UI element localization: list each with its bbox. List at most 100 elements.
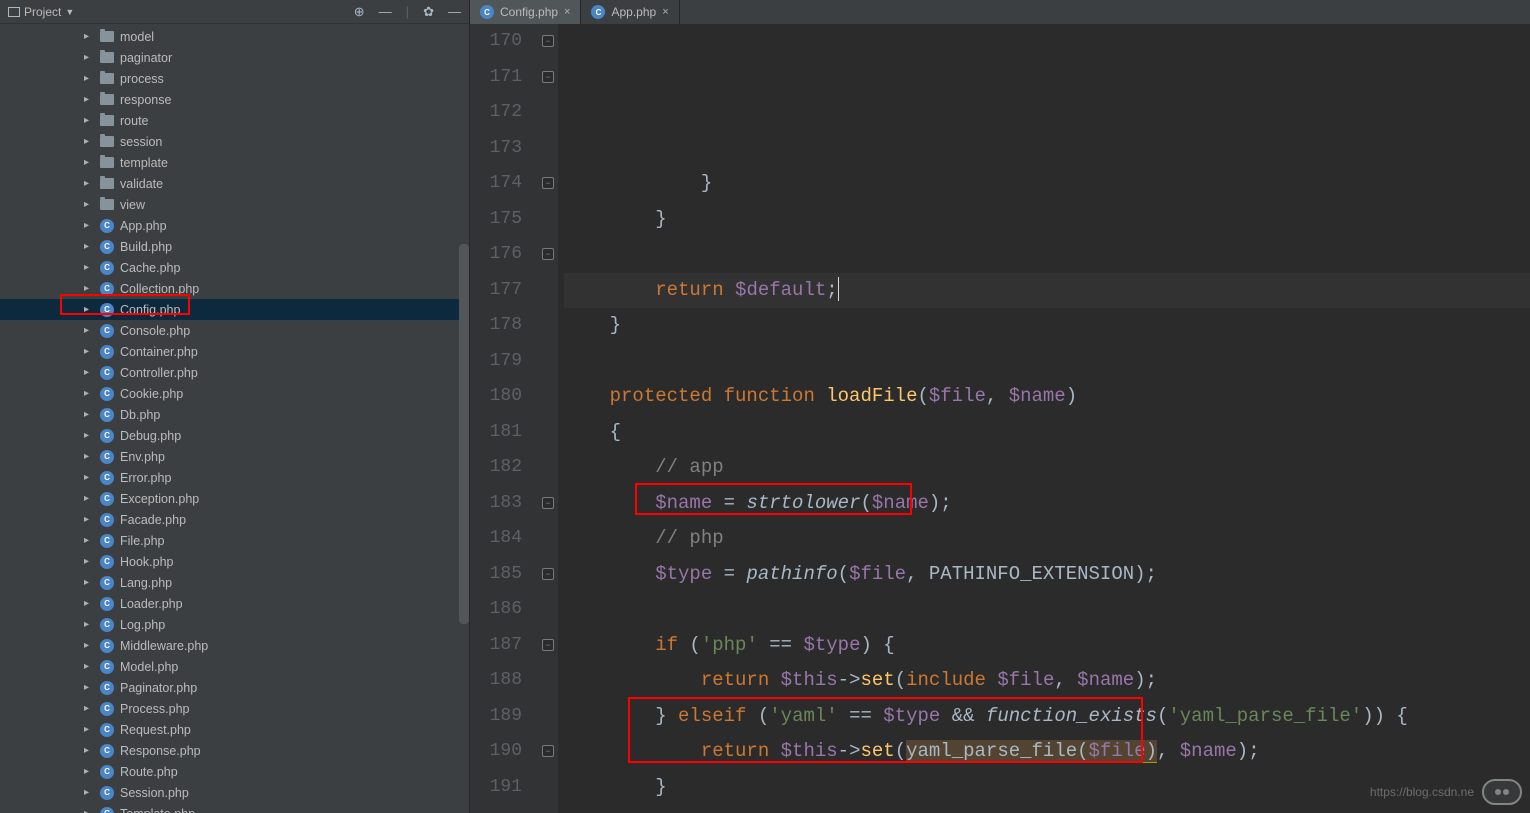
tree-file[interactable]: ▸CFacade.php (0, 509, 469, 530)
expand-arrow-icon[interactable]: ▸ (84, 724, 94, 735)
expand-arrow-icon[interactable]: ▸ (84, 745, 94, 756)
code-line[interactable]: protected function loadFile($file, $name… (564, 379, 1530, 415)
expand-arrow-icon[interactable]: ▸ (84, 682, 94, 693)
tree-file[interactable]: ▸CLang.php (0, 572, 469, 593)
tree-file[interactable]: ▸CRequest.php (0, 719, 469, 740)
editor-tab[interactable]: CConfig.php× (470, 0, 581, 24)
fold-toggle-icon[interactable]: − (542, 35, 554, 47)
tree-folder[interactable]: ▸session (0, 131, 469, 152)
expand-arrow-icon[interactable]: ▸ (84, 157, 94, 168)
expand-arrow-icon[interactable]: ▸ (84, 472, 94, 483)
expand-arrow-icon[interactable]: ▸ (84, 199, 94, 210)
expand-arrow-icon[interactable]: ▸ (84, 388, 94, 399)
fold-toggle-icon[interactable]: − (542, 71, 554, 83)
code-editor[interactable]: } } return $default; } protected functio… (558, 24, 1530, 813)
expand-arrow-icon[interactable]: ▸ (84, 766, 94, 777)
tree-file[interactable]: ▸CApp.php (0, 215, 469, 236)
expand-arrow-icon[interactable]: ▸ (84, 31, 94, 42)
tree-file[interactable]: ▸CLoader.php (0, 593, 469, 614)
code-line[interactable] (564, 344, 1530, 380)
code-line[interactable]: } (564, 166, 1530, 202)
code-line[interactable]: return $this->set(include $file, $name); (564, 663, 1530, 699)
tree-folder[interactable]: ▸template (0, 152, 469, 173)
tree-file[interactable]: ▸CCache.php (0, 257, 469, 278)
expand-arrow-icon[interactable]: ▸ (84, 94, 94, 105)
code-line[interactable] (564, 592, 1530, 628)
tree-file[interactable]: ▸CCookie.php (0, 383, 469, 404)
code-line[interactable]: if ('php' == $type) { (564, 628, 1530, 664)
fold-toggle-icon[interactable]: − (542, 639, 554, 651)
expand-arrow-icon[interactable]: ▸ (84, 304, 94, 315)
tree-file[interactable]: ▸CLog.php (0, 614, 469, 635)
tree-file[interactable]: ▸CPaginator.php (0, 677, 469, 698)
expand-arrow-icon[interactable]: ▸ (84, 640, 94, 651)
expand-arrow-icon[interactable]: ▸ (84, 619, 94, 630)
tree-file[interactable]: ▸CBuild.php (0, 236, 469, 257)
project-tree[interactable]: ▸model▸paginator▸process▸response▸route▸… (0, 24, 469, 813)
tree-file[interactable]: ▸CModel.php (0, 656, 469, 677)
tree-file[interactable]: ▸CController.php (0, 362, 469, 383)
tree-file[interactable]: ▸CConfig.php (0, 299, 469, 320)
code-line[interactable]: return $this->set(yaml_parse_file($file)… (564, 734, 1530, 770)
expand-arrow-icon[interactable]: ▸ (84, 325, 94, 336)
tree-file[interactable]: ▸CDb.php (0, 404, 469, 425)
code-line[interactable]: // php (564, 521, 1530, 557)
tree-file[interactable]: ▸CMiddleware.php (0, 635, 469, 656)
collapse-icon[interactable]: — (379, 4, 392, 19)
tree-folder[interactable]: ▸process (0, 68, 469, 89)
expand-arrow-icon[interactable]: ▸ (84, 661, 94, 672)
tree-file[interactable]: ▸CContainer.php (0, 341, 469, 362)
tree-file[interactable]: ▸CError.php (0, 467, 469, 488)
code-line[interactable]: } (564, 202, 1530, 238)
code-line[interactable]: } (564, 308, 1530, 344)
expand-arrow-icon[interactable]: ▸ (84, 262, 94, 273)
code-line[interactable]: $name = strtolower($name); (564, 486, 1530, 522)
tree-file[interactable]: ▸CFile.php (0, 530, 469, 551)
tree-folder[interactable]: ▸paginator (0, 47, 469, 68)
tree-folder[interactable]: ▸view (0, 194, 469, 215)
tree-file[interactable]: ▸CCollection.php (0, 278, 469, 299)
fold-toggle-icon[interactable]: − (542, 248, 554, 260)
tree-file[interactable]: ▸CRoute.php (0, 761, 469, 782)
tree-file[interactable]: ▸CProcess.php (0, 698, 469, 719)
expand-arrow-icon[interactable]: ▸ (84, 346, 94, 357)
expand-arrow-icon[interactable]: ▸ (84, 451, 94, 462)
tree-folder[interactable]: ▸route (0, 110, 469, 131)
fold-toggle-icon[interactable]: − (542, 568, 554, 580)
expand-arrow-icon[interactable]: ▸ (84, 136, 94, 147)
expand-arrow-icon[interactable]: ▸ (84, 178, 94, 189)
expand-arrow-icon[interactable]: ▸ (84, 52, 94, 63)
code-line[interactable]: { (564, 415, 1530, 451)
fold-toggle-icon[interactable]: − (542, 745, 554, 757)
project-dropdown-icon[interactable]: ▼ (65, 7, 74, 17)
tree-file[interactable]: ▸CEnv.php (0, 446, 469, 467)
hide-icon[interactable]: — (448, 4, 461, 19)
editor-tab[interactable]: CApp.php× (581, 0, 679, 24)
expand-arrow-icon[interactable]: ▸ (84, 73, 94, 84)
close-icon[interactable]: × (564, 6, 570, 18)
tree-file[interactable]: ▸CHook.php (0, 551, 469, 572)
tree-file[interactable]: ▸CResponse.php (0, 740, 469, 761)
tree-folder[interactable]: ▸validate (0, 173, 469, 194)
expand-arrow-icon[interactable]: ▸ (84, 598, 94, 609)
sidebar-scrollbar[interactable] (459, 244, 469, 624)
expand-arrow-icon[interactable]: ▸ (84, 283, 94, 294)
fold-toggle-icon[interactable]: − (542, 497, 554, 509)
code-line[interactable]: $type = pathinfo($file, PATHINFO_EXTENSI… (564, 557, 1530, 593)
tree-file[interactable]: ▸CException.php (0, 488, 469, 509)
fold-toggle-icon[interactable]: − (542, 177, 554, 189)
expand-arrow-icon[interactable]: ▸ (84, 535, 94, 546)
expand-arrow-icon[interactable]: ▸ (84, 220, 94, 231)
tree-file[interactable]: ▸CSession.php (0, 782, 469, 803)
expand-arrow-icon[interactable]: ▸ (84, 808, 94, 813)
expand-arrow-icon[interactable]: ▸ (84, 577, 94, 588)
expand-arrow-icon[interactable]: ▸ (84, 556, 94, 567)
code-line[interactable]: return $default; (564, 273, 1530, 309)
tree-file[interactable]: ▸CTemplate.php (0, 803, 469, 813)
code-line[interactable]: // app (564, 450, 1530, 486)
code-line[interactable]: } elseif ('yaml' == $type && function_ex… (564, 699, 1530, 735)
expand-arrow-icon[interactable]: ▸ (84, 514, 94, 525)
expand-arrow-icon[interactable]: ▸ (84, 493, 94, 504)
code-line[interactable] (564, 805, 1530, 813)
code-line[interactable] (564, 237, 1530, 273)
